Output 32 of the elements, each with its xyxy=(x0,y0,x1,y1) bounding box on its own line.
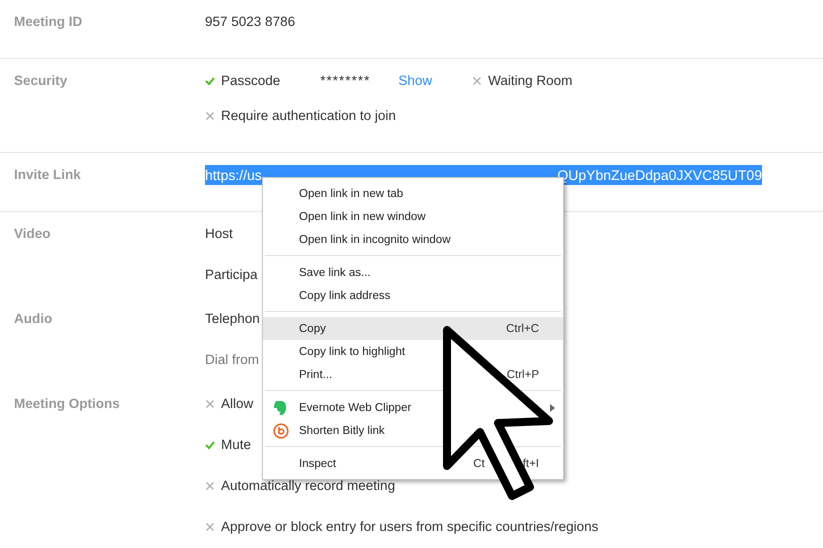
field-label: Meeting ID xyxy=(13,13,84,31)
menu-item[interactable]: Copy link address xyxy=(263,284,563,307)
menu-item[interactable]: Evernote Web Clipper xyxy=(263,396,563,419)
option-label: Passcode xyxy=(221,72,280,90)
menu-item[interactable]: Save link as... xyxy=(263,261,563,284)
masked-passcode: ******** xyxy=(320,72,370,90)
field-label: Video xyxy=(13,225,52,243)
option-label: Automatically record meeting xyxy=(221,477,396,495)
field-label: Security xyxy=(13,72,68,90)
field-value: Host xyxy=(205,225,233,243)
option-label: Mute xyxy=(221,436,252,454)
menu-item[interactable]: Shorten Bitly link xyxy=(263,419,563,442)
field-value: Participa xyxy=(205,266,258,284)
option-label: Approve or block entry for users from specific countries/regions xyxy=(221,518,598,536)
field-label: Meeting Options xyxy=(13,395,121,413)
field-value: 957 5023 8786 xyxy=(205,13,296,31)
menu-item[interactable]: Print... Ctrl+P xyxy=(263,363,563,386)
menu-item[interactable]: Open link in new tab xyxy=(263,182,563,205)
field-label: Audio xyxy=(13,310,54,328)
field-value: Telephon xyxy=(205,310,260,328)
field-note: Dial from xyxy=(205,351,260,369)
menu-item[interactable]: Copy Ctrl+C xyxy=(263,317,563,340)
option-label: Allow xyxy=(221,395,254,413)
menu-item[interactable]: Open link in new window xyxy=(263,205,563,228)
menu-item[interactable]: Copy link to highlight xyxy=(263,340,563,363)
menu-item[interactable]: Inspect Ct ft+I xyxy=(263,452,563,475)
field-label: Invite Link xyxy=(13,166,82,184)
bitly-icon xyxy=(273,422,289,438)
menu-item[interactable]: Open link in incognito window xyxy=(263,228,563,251)
option-label: Require authentication to join xyxy=(221,107,396,125)
elephant-icon xyxy=(273,400,287,416)
option-label: Waiting Room xyxy=(488,72,572,90)
